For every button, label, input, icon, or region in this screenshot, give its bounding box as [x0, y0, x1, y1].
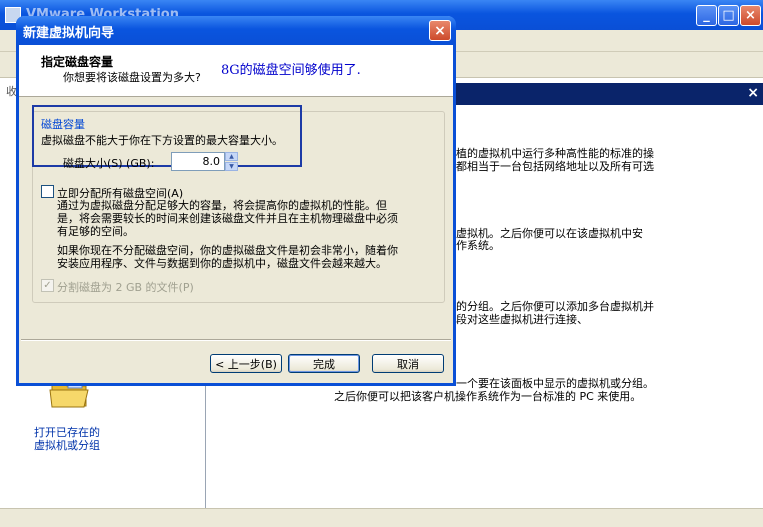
dynamic-desc-line: 安装应用程序、文件与数据到你的虚拟机中，磁盘文件会越来越大。 [57, 257, 387, 270]
dialog-titlebar: 新建虚拟机向导 × [16, 16, 456, 45]
disk-size-spinner[interactable]: ▲ ▼ [225, 152, 238, 171]
content-text-line: 植的虚拟机中运行多种高性能的标准的操 [456, 147, 654, 160]
status-bar [0, 508, 763, 527]
finish-button[interactable]: 完成 [288, 354, 360, 373]
wizard-step-title: 指定磁盘容量 [41, 55, 114, 69]
handwritten-annotation: 8G的磁盘空间够使用了. [221, 63, 361, 78]
back-button[interactable]: < 上一步(B) [210, 354, 282, 373]
allocate-desc-line: 通过为虚拟磁盘分配足够大的容量，将会提高你的虚拟机的性能。但 [57, 199, 387, 212]
dialog-close-button[interactable]: × [429, 20, 451, 41]
split-disk-label[interactable]: 分割磁盘为 2 GB 的文件(P) [57, 279, 194, 295]
content-text-line: 段对这些虚拟机进行连接、 [456, 313, 588, 326]
content-close-button[interactable]: × [747, 85, 759, 101]
open-existing-link[interactable]: 打开已存在的 虚拟机或分组 [34, 426, 100, 452]
maximize-button[interactable]: □ [718, 5, 739, 26]
wizard-step-subtitle: 你想要将该磁盘设置为多大? [63, 71, 201, 84]
open-existing-line2: 虚拟机或分组 [34, 439, 100, 452]
minimize-button[interactable]: _ [696, 5, 717, 26]
new-vm-wizard-dialog: 新建虚拟机向导 × 指定磁盘容量 你想要将该磁盘设置为多大? 8G的磁盘空间够使… [16, 16, 456, 386]
allocate-desc-line: 有足够的空间。 [57, 225, 134, 238]
spin-up-icon[interactable]: ▲ [225, 152, 238, 161]
content-text-line: 一个要在该面板中显示的虚拟机或分组。 [456, 377, 654, 390]
open-existing-line1: 打开已存在的 [34, 426, 100, 439]
content-text-line: 都相当于一台包括网络地址以及所有可选 [456, 160, 654, 173]
content-text-line: 的分组。之后你便可以添加多台虚拟机并 [456, 300, 654, 313]
disk-size-label: 磁盘大小(S) (GB): [63, 157, 155, 170]
allocate-desc-line: 是，将会需要较长的时间来创建该磁盘文件并且在主机物理磁盘中必须 [57, 212, 398, 225]
cancel-button[interactable]: 取消 [372, 354, 444, 373]
group-legend: 磁盘容量 [41, 118, 85, 131]
allocate-now-checkbox[interactable] [41, 185, 54, 198]
capacity-description: 虚拟磁盘不能大于你在下方设置的最大容量大小。 [41, 134, 283, 147]
spin-down-icon[interactable]: ▼ [225, 162, 238, 171]
main-close-button[interactable]: × [740, 5, 761, 26]
button-separator [21, 339, 451, 341]
wizard-header: 指定磁盘容量 你想要将该磁盘设置为多大? 8G的磁盘空间够使用了. [19, 45, 453, 97]
content-text-line: 作系统。 [456, 239, 500, 252]
disk-size-input[interactable] [171, 152, 225, 171]
dynamic-desc-line: 如果你现在不分配磁盘空间，你的虚拟磁盘文件是初会非常小，随着你 [57, 244, 398, 257]
content-text-line: 之后你便可以把该客户机操作系统作为一台标准的 PC 来使用。 [334, 390, 642, 403]
split-disk-checkbox[interactable]: ✓ [41, 279, 54, 292]
dialog-title: 新建虚拟机向导 [23, 26, 115, 41]
